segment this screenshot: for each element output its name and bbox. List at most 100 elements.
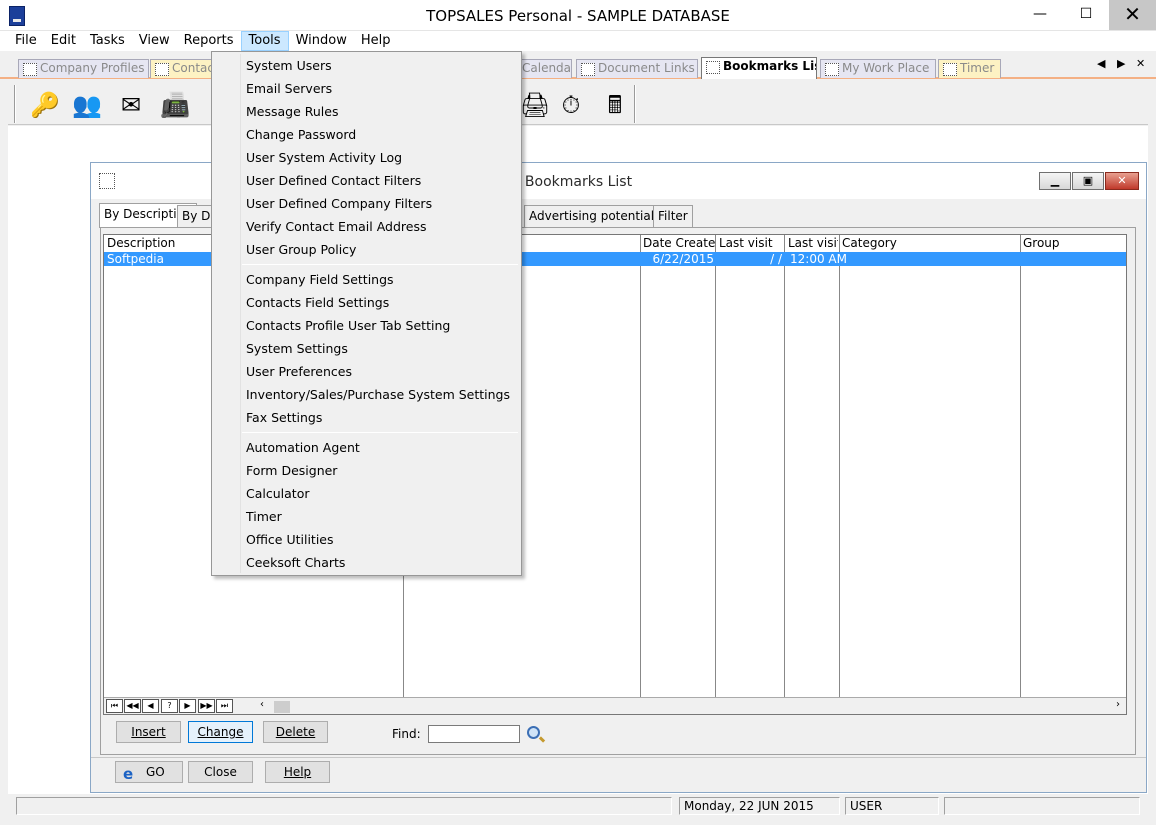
nav-query-button[interactable]: ? (161, 699, 178, 713)
grid-footer: ⏮ ◀◀ ◀ ? ▶ ▶▶ ⏭ ‹ › (104, 697, 1126, 714)
toolbar-separator (14, 85, 16, 123)
tab-document-links[interactable]: Document Links (576, 59, 698, 78)
col-category[interactable]: Category (842, 236, 1020, 250)
horizontal-scrollbar-thumb[interactable] (274, 701, 290, 713)
window-title: TOPSALES Personal - SAMPLE DATABASE (426, 7, 730, 25)
stopwatch-icon[interactable]: ⏱ (554, 89, 588, 121)
tab-company-profiles[interactable]: Company Profiles (18, 59, 149, 78)
menu-gutter (240, 54, 241, 573)
close-window-button[interactable]: Close (188, 761, 253, 783)
contacts-people-icon[interactable]: 👥 (70, 89, 104, 121)
menu-edit[interactable]: Edit (44, 31, 83, 51)
tab-filter[interactable]: Filter (653, 205, 693, 227)
menu-item-contacts-profile-user-tab-setting[interactable]: Contacts Profile User Tab Setting (246, 318, 450, 334)
menu-item-system-settings[interactable]: System Settings (246, 341, 348, 357)
close-button[interactable]: ✕ (1109, 0, 1156, 30)
status-date: Monday, 22 JUN 2015 (679, 797, 840, 815)
go-button[interactable]: e GO (115, 761, 183, 783)
insert-button[interactable]: Insert (116, 721, 181, 743)
child-minimize-button[interactable]: ▁ (1039, 172, 1071, 190)
tab-bookmarks-list[interactable]: Bookmarks List (701, 57, 817, 79)
nav-next-button[interactable]: ▶ (179, 699, 196, 713)
calculator-icon[interactable]: 🖩 (598, 89, 632, 121)
menu-item-contacts-field-settings[interactable]: Contacts Field Settings (246, 295, 389, 311)
nav-next-page-button[interactable]: ▶▶ (198, 699, 215, 713)
status-extra (944, 797, 1140, 815)
col-date-created[interactable]: Date Created (643, 236, 715, 250)
tab-prev-icon[interactable]: ◀ (1097, 57, 1105, 70)
menu-item-calculator[interactable]: Calculator (246, 486, 309, 502)
menu-item-inventory-sales-purchase-settings[interactable]: Inventory/Sales/Purchase System Settings (246, 387, 510, 403)
menu-item-change-password[interactable]: Change Password (246, 127, 356, 143)
menu-item-company-field-settings[interactable]: Company Field Settings (246, 272, 394, 288)
tab-next-icon[interactable]: ▶ (1117, 57, 1125, 70)
menu-item-user-preferences[interactable]: User Preferences (246, 364, 352, 380)
fax-document-icon[interactable]: 📠 (158, 89, 192, 121)
cell-last-visit-time: 12:00 AM (790, 252, 847, 266)
menu-item-email-servers[interactable]: Email Servers (246, 81, 332, 97)
nav-last-button[interactable]: ⏭ (216, 699, 233, 713)
menu-tools[interactable]: Tools (240, 31, 289, 51)
menu-item-user-defined-company-filters[interactable]: User Defined Company Filters (246, 196, 432, 212)
menu-item-user-defined-contact-filters[interactable]: User Defined Contact Filters (246, 173, 421, 189)
menu-item-user-system-activity-log[interactable]: User System Activity Log (246, 150, 402, 166)
title-bar: TOPSALES Personal - SAMPLE DATABASE — ☐ … (0, 0, 1156, 31)
menu-view[interactable]: View (132, 31, 177, 51)
menu-reports[interactable]: Reports (177, 31, 241, 51)
child-close-button[interactable]: ✕ (1105, 172, 1139, 190)
cell-description: Softpedia (107, 252, 164, 266)
printer-icon[interactable]: 🖨 (518, 89, 552, 121)
cell-last-visit: / / (770, 252, 782, 266)
delete-button[interactable]: Delete (263, 721, 328, 743)
menu-file[interactable]: File (8, 31, 44, 51)
nav-prev-page-button[interactable]: ◀◀ (124, 699, 141, 713)
col-last-visit-time[interactable]: Last visit ti (788, 236, 838, 250)
cell-date-created: 6/22/2015 (652, 252, 714, 266)
delete-button-label: Delete (275, 725, 316, 739)
menu-item-timer[interactable]: Timer (246, 509, 282, 525)
toolbar-separator-end (634, 85, 636, 123)
maximize-button[interactable]: ☐ (1063, 0, 1109, 30)
nav-prev-button[interactable]: ◀ (142, 699, 159, 713)
minimize-button[interactable]: — (1017, 0, 1063, 30)
menu-item-system-users[interactable]: System Users (246, 58, 332, 74)
tab-contacts[interactable]: Contacts (150, 59, 220, 78)
grid-divider (1020, 235, 1021, 697)
search-icon[interactable] (527, 726, 540, 739)
tab-timer[interactable]: Timer (938, 59, 1001, 78)
menu-item-user-group-policy[interactable]: User Group Policy (246, 242, 356, 258)
menu-item-automation-agent[interactable]: Automation Agent (246, 440, 360, 456)
menu-tasks[interactable]: Tasks (83, 31, 132, 51)
grid-divider (839, 235, 840, 697)
col-group[interactable]: Group (1023, 236, 1123, 250)
tab-my-work-place[interactable]: My Work Place (820, 59, 936, 78)
menu-item-office-utilities[interactable]: Office Utilities (246, 532, 334, 548)
menu-item-message-rules[interactable]: Message Rules (246, 104, 338, 120)
change-button[interactable]: Change (188, 721, 253, 743)
find-label: Find: (392, 727, 421, 741)
tools-menu-dropdown: System Users Email Servers Message Rules… (211, 51, 522, 576)
company-key-icon[interactable]: 🔑 (28, 89, 62, 121)
menu-bar: File Edit Tasks View Reports Tools Windo… (0, 31, 1156, 51)
grid-divider (784, 235, 785, 697)
status-message (16, 797, 672, 815)
scroll-right-icon[interactable]: › (1116, 699, 1120, 710)
menu-window[interactable]: Window (289, 31, 354, 51)
tab-close-icon[interactable]: ✕ (1136, 57, 1145, 70)
nav-first-button[interactable]: ⏮ (106, 699, 123, 713)
menu-help[interactable]: Help (354, 31, 398, 51)
col-last-visit[interactable]: Last visit (719, 236, 785, 250)
help-button-label: Help (283, 765, 312, 779)
child-maximize-button[interactable]: ▣ (1072, 172, 1104, 190)
menu-item-verify-contact-email-address[interactable]: Verify Contact Email Address (246, 219, 426, 235)
menu-separator (242, 432, 518, 433)
menu-item-form-designer[interactable]: Form Designer (246, 463, 337, 479)
letter-icon[interactable]: ✉ (114, 89, 148, 121)
scroll-left-icon[interactable]: ‹ (260, 699, 264, 710)
menu-item-ceeksoft-charts[interactable]: Ceeksoft Charts (246, 555, 345, 571)
menu-item-fax-settings[interactable]: Fax Settings (246, 410, 322, 426)
grid-divider (715, 235, 716, 697)
find-input[interactable] (428, 725, 520, 743)
tab-by-date[interactable]: By Date (177, 205, 213, 227)
help-button[interactable]: Help (265, 761, 330, 783)
